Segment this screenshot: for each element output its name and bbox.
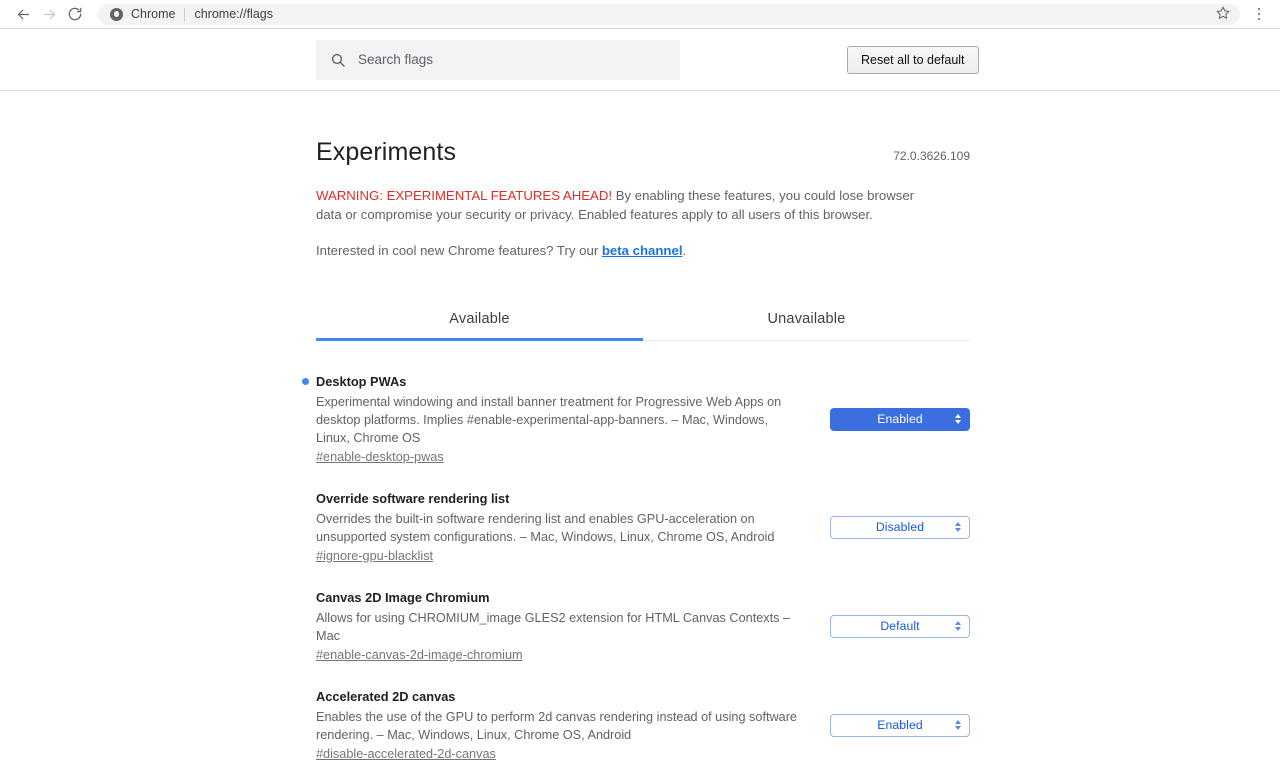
flag-state-value: Enabled (877, 412, 923, 426)
flags-content: Experiments 72.0.3626.109 WARNING: EXPER… (302, 91, 970, 777)
flag-control: Default (830, 614, 970, 638)
omnibox-url-text: chrome://flags (194, 7, 273, 21)
flag-modified-dot-icon (302, 377, 309, 385)
flag-permalink[interactable]: #disable-accelerated-2d-canvas (316, 745, 496, 763)
search-input[interactable] (358, 52, 666, 67)
beta-suffix-text: . (682, 243, 687, 258)
flag-description: Enables the use of the GPU to perform 2d… (316, 709, 797, 742)
flag-details: Override software rendering list Overrid… (316, 490, 804, 565)
flag-permalink[interactable]: #enable-desktop-pwas (316, 448, 444, 466)
beta-channel-link[interactable]: beta channel (602, 243, 683, 258)
flag-control: Disabled (830, 515, 970, 539)
beta-channel-paragraph: Interested in cool new Chrome features? … (316, 242, 970, 261)
three-dot-menu-icon-dot3 (1257, 17, 1261, 21)
flag-state-select[interactable]: Default (830, 614, 970, 638)
reload-icon (67, 6, 83, 22)
tab-active-indicator (316, 337, 643, 341)
bookmark-star-button[interactable] (1216, 6, 1230, 23)
warning-paragraph: WARNING: EXPERIMENTAL FEATURES AHEAD! By… (316, 187, 936, 224)
flag-permalink[interactable]: #enable-canvas-2d-image-chromium (316, 646, 523, 664)
flag-item: Canvas 2D Image Chromium Allows for usin… (316, 579, 970, 678)
flag-details: Canvas 2D Image Chromium Allows for usin… (316, 589, 804, 664)
back-arrow-icon (15, 6, 32, 23)
flag-state-select[interactable]: Disabled (830, 515, 970, 539)
reset-all-to-default-button[interactable]: Reset all to default (847, 45, 979, 74)
flag-state-value: Disabled (875, 520, 925, 534)
flag-title-row: Desktop PWAs (302, 373, 804, 390)
flag-title: Accelerated 2D canvas (316, 688, 456, 704)
omnibox-scheme-label: Chrome (131, 7, 176, 21)
flag-description: Experimental windowing and install banne… (316, 394, 782, 445)
forward-button[interactable] (36, 1, 62, 27)
back-button[interactable] (10, 1, 36, 27)
three-dot-menu-icon (1257, 7, 1261, 11)
flag-details: Desktop PWAs Experimental windowing and … (302, 373, 804, 466)
flags-search-header: Reset all to default (0, 29, 1280, 91)
three-dot-menu-icon-dot2 (1257, 12, 1261, 16)
flag-state-select[interactable]: Enabled (830, 407, 970, 431)
flag-item: Accelerated 2D canvas Enables the use of… (316, 678, 970, 777)
beta-prefix-text: Interested in cool new Chrome features? … (316, 243, 602, 258)
browser-menu-button[interactable] (1248, 1, 1270, 27)
flag-item: Desktop PWAs Experimental windowing and … (302, 363, 970, 480)
search-box[interactable] (316, 39, 680, 80)
chrome-logo-icon (110, 7, 123, 21)
flag-title-row: Accelerated 2D canvas (316, 688, 804, 705)
flag-permalink[interactable]: #ignore-gpu-blacklist (316, 547, 433, 565)
tab-available[interactable]: Available (316, 301, 643, 340)
select-updown-arrows-icon (955, 720, 961, 730)
flag-title: Canvas 2D Image Chromium (316, 589, 490, 605)
flag-description: Allows for using CHROMIUM_image GLES2 ex… (316, 610, 791, 643)
omnibox-separator (184, 7, 186, 21)
page-title-row: Experiments 72.0.3626.109 (316, 137, 970, 167)
warning-headline: WARNING: EXPERIMENTAL FEATURES AHEAD! (316, 188, 613, 203)
flag-details: Accelerated 2D canvas Enables the use of… (316, 688, 804, 763)
flag-description: Overrides the built-in software renderin… (316, 511, 775, 544)
select-updown-arrows-icon (955, 522, 961, 532)
select-updown-arrows-icon (955, 621, 961, 631)
flag-control: Enabled (830, 407, 970, 431)
flag-list: Desktop PWAs Experimental windowing and … (302, 363, 970, 777)
select-updown-arrows-icon (955, 414, 961, 424)
flag-state-value: Enabled (877, 718, 923, 732)
search-icon (330, 52, 346, 68)
flag-control: Enabled (830, 713, 970, 737)
flag-state-select[interactable]: Enabled (830, 713, 970, 737)
forward-arrow-icon (41, 6, 58, 23)
flag-title-row: Override software rendering list (316, 490, 804, 507)
reload-button[interactable] (62, 1, 88, 27)
version-label: 72.0.3626.109 (893, 149, 970, 163)
flag-title-row: Canvas 2D Image Chromium (316, 589, 804, 606)
bookmark-star-icon (1216, 6, 1230, 23)
flag-state-value: Default (880, 619, 920, 633)
tab-unavailable[interactable]: Unavailable (643, 301, 970, 340)
flag-title: Override software rendering list (316, 490, 510, 506)
flag-item: Override software rendering list Overrid… (316, 480, 970, 579)
address-bar[interactable]: Chrome chrome://flags (98, 3, 1240, 25)
flags-tabs: Available Unavailable (316, 301, 970, 341)
browser-toolbar: Chrome chrome://flags (0, 0, 1280, 28)
page-title: Experiments (316, 138, 457, 166)
flag-title: Desktop PWAs (316, 373, 407, 389)
